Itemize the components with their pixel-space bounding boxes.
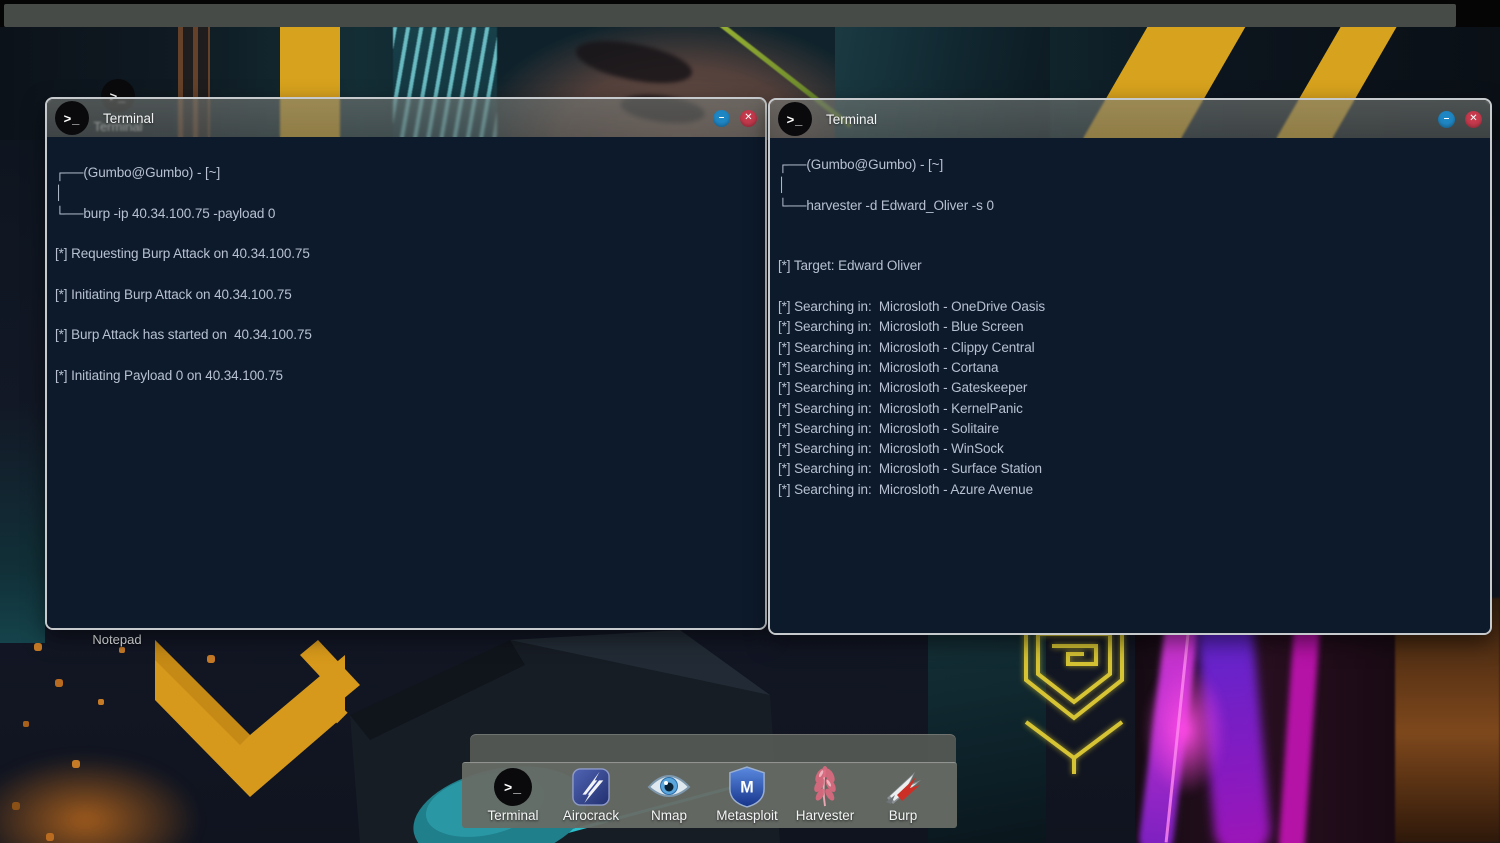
harvester-icon <box>809 767 841 807</box>
terminal-icon: >_ <box>55 101 89 135</box>
dock-item-label: Metasploit <box>716 808 778 823</box>
terminal-line: [*] Target: Edward Oliver <box>778 256 1480 276</box>
terminal-line <box>778 277 1480 297</box>
terminal-line <box>55 346 755 366</box>
terminal-icon: >_ <box>494 768 532 806</box>
terminal-line: [*] Initiating Burp Attack on 40.34.100.… <box>55 285 755 305</box>
dock-item-terminal[interactable]: >_ Terminal <box>474 763 552 823</box>
terminal-line: │ <box>55 183 755 203</box>
dock-item-nmap[interactable]: Nmap <box>630 763 708 823</box>
window-title: Terminal <box>826 112 877 127</box>
wallpaper-shape <box>120 625 390 843</box>
terminal-line: [*] Searching in: Microsloth - Blue Scre… <box>778 317 1480 337</box>
dock-item-airocrack[interactable]: Airocrack <box>552 763 630 823</box>
dock-item-label: Harvester <box>796 808 855 823</box>
terminal-line: ┌──(Gumbo@Gumbo) - [~] <box>55 163 755 183</box>
dock-handle[interactable] <box>470 734 956 764</box>
terminal-line: [*] Searching in: Microsloth - Gateskeep… <box>778 378 1480 398</box>
terminal-icon: >_ <box>778 102 812 136</box>
terminal-line: └──harvester -d Edward_Oliver -s 0 <box>778 196 1480 216</box>
wallpaper-shape <box>1135 606 1403 843</box>
terminal-window-burp: >_ Terminal – ✕ ┌──(Gumbo@Gumbo) - [~]│└… <box>45 97 767 630</box>
terminal-line: [*] Requesting Burp Attack on 40.34.100.… <box>55 244 755 264</box>
terminal-line <box>55 224 755 244</box>
airocrack-icon <box>572 767 610 807</box>
terminal-line: [*] Burp Attack has started on 40.34.100… <box>55 325 755 345</box>
terminal-line: [*] Searching in: Microsloth - Azure Ave… <box>778 480 1480 500</box>
terminal-output[interactable]: ┌──(Gumbo@Gumbo) - [~]│└──harvester -d E… <box>770 138 1490 633</box>
desktop: >_ Terminal Notepad >_ Terminal – ✕ ┌──(… <box>0 0 1500 843</box>
terminal-line: [*] Searching in: Microsloth - Clippy Ce… <box>778 338 1480 358</box>
terminal-line: [*] Initiating Payload 0 on 40.34.100.75 <box>55 366 755 386</box>
dock-item-label: Nmap <box>651 808 687 823</box>
dock: >_ Terminal Airocrack <box>462 762 957 828</box>
nmap-icon <box>647 767 691 807</box>
terminal-line: └──burp -ip 40.34.100.75 -payload 0 <box>55 204 755 224</box>
dock-item-harvester[interactable]: Harvester <box>786 763 864 823</box>
window-titlebar[interactable]: >_ Terminal – ✕ <box>770 100 1490 138</box>
terminal-window-harvester: >_ Terminal – ✕ ┌──(Gumbo@Gumbo) - [~]│└… <box>768 98 1492 635</box>
terminal-line <box>55 305 755 325</box>
minimize-button[interactable]: – <box>713 110 730 127</box>
dock-item-label: Airocrack <box>563 808 619 823</box>
terminal-line: [*] Searching in: Microsloth - OneDrive … <box>778 297 1480 317</box>
terminal-line: [*] Searching in: Microsloth - WinSock <box>778 439 1480 459</box>
terminal-line: [*] Searching in: Microsloth - KernelPan… <box>778 399 1480 419</box>
dock-item-burp[interactable]: Burp <box>864 763 942 823</box>
svg-text:M: M <box>740 779 753 797</box>
terminal-line <box>55 264 755 284</box>
terminal-line: │ <box>778 175 1480 195</box>
minimize-button[interactable]: – <box>1438 111 1455 128</box>
dock-item-metasploit[interactable]: M Metasploit <box>708 763 786 823</box>
terminal-output[interactable]: ┌──(Gumbo@Gumbo) - [~]│└──burp -ip 40.34… <box>47 137 765 628</box>
window-titlebar[interactable]: >_ Terminal – ✕ <box>47 99 765 137</box>
terminal-line: ┌──(Gumbo@Gumbo) - [~] <box>778 155 1480 175</box>
dock-item-label: Burp <box>889 808 918 823</box>
metasploit-icon: M <box>728 767 766 807</box>
desktop-icon-label: Notepad <box>79 632 155 647</box>
window-title: Terminal <box>103 111 154 126</box>
close-button[interactable]: ✕ <box>740 110 757 127</box>
dock-item-label: Terminal <box>487 808 538 823</box>
top-panel <box>4 4 1456 27</box>
close-button[interactable]: ✕ <box>1465 111 1482 128</box>
terminal-line <box>778 216 1480 236</box>
terminal-line <box>778 236 1480 256</box>
burp-icon <box>883 767 923 807</box>
terminal-line: [*] Searching in: Microsloth - Cortana <box>778 358 1480 378</box>
terminal-line: [*] Searching in: Microsloth - Surface S… <box>778 459 1480 479</box>
terminal-line: [*] Searching in: Microsloth - Solitaire <box>778 419 1480 439</box>
wallpaper-shape <box>1008 618 1140 776</box>
wallpaper-shape <box>0 400 45 643</box>
